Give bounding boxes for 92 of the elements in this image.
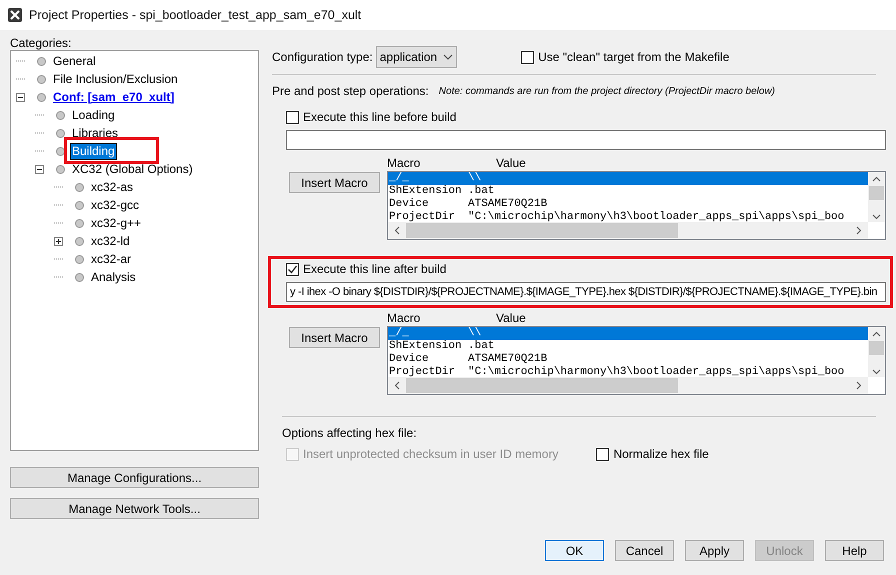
node-dot-icon — [75, 272, 84, 282]
connector-line — [54, 258, 63, 260]
manage-button[interactable]: Manage Network Tools... — [10, 498, 259, 519]
macro-row[interactable]: ProjectDir "C:\microchip\harmony\h3\bootloader_apps_spi\apps\spi_boo — [388, 366, 868, 377]
command-field[interactable]: y -I ihex -O binary ${DISTDIR}/${PROJECTNAME}.${IMAGE_TYPE}.hex ${DISTDIR}/${PROJECTNAME}.${IMAGE_TYPE}.bin — [286, 282, 886, 302]
node-dot-icon — [37, 56, 46, 66]
vertical-scrollbar[interactable] — [868, 327, 885, 377]
connector-line — [35, 150, 44, 152]
field-label: Configuration type: — [272, 49, 373, 66]
horizontal-scrollbar[interactable] — [388, 377, 868, 394]
tree-item[interactable]: Analysis — [90, 270, 137, 284]
dialog-button[interactable]: OK — [545, 540, 604, 561]
tree-item[interactable]: xc32-g++ — [90, 216, 142, 230]
chevron-down-icon — [443, 54, 454, 60]
dialog-button[interactable]: Cancel — [615, 540, 674, 561]
expand-icon[interactable] — [54, 236, 63, 246]
node-dot-icon — [37, 74, 46, 84]
scroll-up-icon — [872, 176, 881, 182]
tree-item[interactable]: xc32-as — [90, 180, 134, 194]
scroll-down-icon — [872, 214, 881, 220]
checkbox-label: Use "clean" target from the Makefile — [538, 49, 730, 66]
checkbox[interactable] — [286, 110, 299, 124]
macro-row[interactable]: ShExtension .bat — [388, 185, 868, 198]
tree-item[interactable]: XC32 (Global Options) — [71, 162, 194, 176]
macro-row[interactable]: ShExtension .bat — [388, 340, 868, 353]
checkbox[interactable] — [521, 50, 534, 64]
tree-item[interactable]: Loading — [71, 108, 116, 122]
section-label: Pre and post step operations: — [272, 83, 429, 100]
horizontal-scrollbar[interactable] — [388, 222, 868, 239]
configuration-type-dropdown[interactable]: application — [376, 46, 458, 68]
dialog-button[interactable]: Apply — [685, 540, 744, 561]
macro-row[interactable]: _/_ \\ — [388, 172, 868, 185]
connector-line — [54, 222, 63, 224]
column-header: Macro — [387, 157, 422, 170]
checkbox-label: Execute this line after build — [303, 261, 446, 278]
checkbox[interactable] — [286, 262, 299, 276]
node-dot-icon — [75, 200, 84, 210]
scroll-right-icon — [856, 226, 862, 235]
scroll-left-icon — [394, 381, 400, 390]
tree-item[interactable]: General — [52, 54, 97, 68]
node-dot-icon — [56, 146, 65, 156]
scroll-right-icon — [856, 381, 862, 390]
note-text: Note: commands are run from the project directory (ProjectDir macro below) — [438, 84, 776, 98]
checkbox-label: Insert unprotected checksum in user ID memory — [303, 446, 558, 463]
checkbox[interactable] — [596, 448, 610, 460]
categories-label: Categories: — [10, 36, 72, 50]
node-dot-icon — [75, 254, 84, 264]
connector-line — [16, 60, 25, 62]
command-field[interactable] — [286, 130, 886, 150]
macro-row[interactable]: ProjectDir "C:\microchip\harmony\h3\bootloader_apps_spi\apps\spi_boo — [388, 211, 868, 222]
node-dot-icon — [56, 164, 65, 174]
connector-line — [54, 186, 63, 188]
manage-button[interactable]: Manage Configurations... — [10, 467, 259, 488]
app-logo-icon — [7, 7, 23, 23]
checkbox-label: Normalize hex file — [613, 446, 709, 463]
node-dot-icon — [37, 92, 46, 102]
column-header: Value — [496, 312, 526, 325]
connector-line — [54, 204, 63, 206]
connector-line — [35, 132, 44, 134]
tree-item[interactable]: File Inclusion/Exclusion — [52, 72, 179, 86]
vertical-scrollbar[interactable] — [868, 172, 885, 222]
tree-item[interactable]: xc32-ld — [90, 234, 131, 248]
scroll-left-icon — [394, 226, 400, 235]
scroll-up-icon — [872, 331, 881, 337]
dialog-button[interactable]: Help — [825, 540, 884, 561]
tree-item[interactable]: xc32-ar — [90, 252, 132, 266]
section-label: Options affecting hex file: — [282, 426, 418, 440]
insert-macro-button[interactable]: Insert Macro — [289, 172, 380, 193]
macro-row[interactable]: Device ATSAME70Q21B — [388, 353, 868, 366]
insert-macro-button[interactable]: Insert Macro — [289, 327, 380, 348]
node-dot-icon — [56, 128, 65, 138]
connector-line — [35, 114, 44, 116]
collapse-icon[interactable] — [16, 92, 25, 102]
checkbox-label: Execute this line before build — [303, 109, 456, 126]
node-dot-icon — [75, 218, 84, 228]
connector-line — [16, 78, 25, 80]
window-title: Project Properties - spi_bootloader_test_app_sam_e70_xult — [29, 6, 362, 24]
node-dot-icon — [75, 182, 84, 192]
connector-line — [54, 276, 63, 278]
collapse-icon[interactable] — [35, 164, 44, 174]
column-header: Value — [496, 157, 526, 170]
tree-item[interactable]: Libraries — [71, 126, 120, 140]
tree-item[interactable]: xc32-gcc — [90, 198, 140, 212]
column-header: Macro — [387, 312, 422, 325]
check-icon — [287, 264, 298, 274]
node-dot-icon — [75, 236, 84, 246]
macro-row[interactable]: Device ATSAME70Q21B — [388, 198, 868, 211]
scroll-down-icon — [872, 369, 881, 375]
tree-item[interactable]: Conf: [sam_e70_xult] — [52, 90, 176, 104]
node-dot-icon — [56, 110, 65, 120]
macro-row[interactable]: _/_ \\ — [388, 327, 868, 340]
tree-item[interactable]: Building — [71, 144, 116, 158]
